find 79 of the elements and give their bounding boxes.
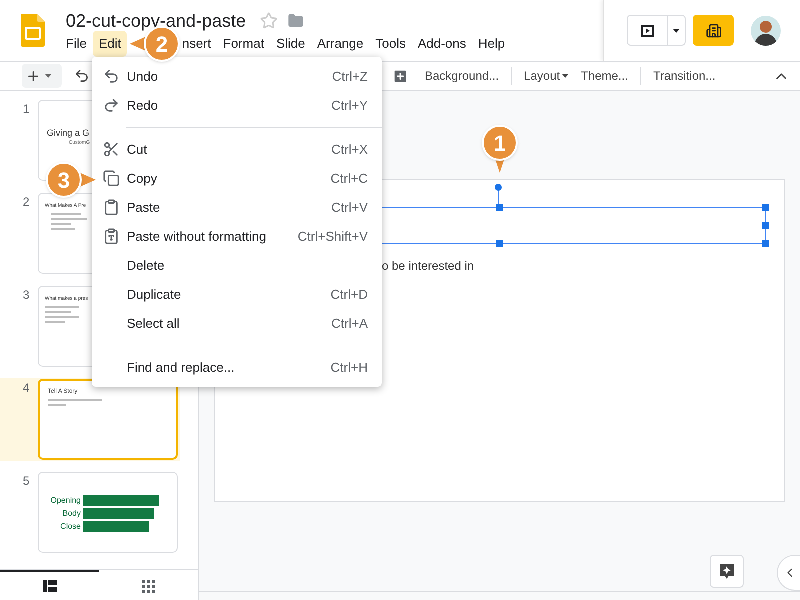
explore-button[interactable]: [710, 555, 744, 588]
menu-item[interactable]: Paste: [127, 198, 160, 218]
diagram-label: Close: [60, 522, 81, 530]
toolbar-button[interactable]: Layout: [518, 67, 576, 85]
menu-item[interactable]: Undo: [127, 66, 158, 86]
sparkle-icon: [719, 562, 735, 580]
play-icon: [641, 24, 654, 36]
slide-number: 3: [22, 287, 31, 304]
slide-number: 4: [22, 380, 31, 397]
side-panel-toggle[interactable]: [777, 555, 800, 591]
menu-bar-item[interactable]: Add-ons: [412, 31, 472, 57]
folder-icon[interactable]: [288, 13, 304, 29]
shortcut-text: Ctrl+D: [330, 286, 368, 304]
shortcut-text: Ctrl+A: [332, 314, 368, 333]
menu-item[interactable]: Cut: [127, 140, 148, 160]
toolbar-button[interactable]: Transition...: [647, 67, 722, 85]
resize-handle[interactable]: [762, 222, 769, 229]
caret-icon: [562, 74, 570, 78]
copy-icon: [103, 170, 120, 187]
slide-number: 5: [22, 473, 31, 490]
shortcut-text: Ctrl+Z: [332, 68, 368, 86]
slide-number: 2: [22, 194, 31, 211]
comment-add-icon[interactable]: [392, 68, 409, 84]
new-slide-button[interactable]: [22, 64, 62, 88]
toolbar-button[interactable]: Theme...: [575, 67, 634, 85]
menu-item[interactable]: Find and replace...: [127, 358, 235, 378]
menu-bar-item[interactable]: Slide: [270, 31, 312, 57]
slide-thumbnail[interactable]: Opening Body Close: [38, 472, 178, 553]
menu-bar-item[interactable]: Tools: [370, 31, 412, 57]
menu-item[interactable]: Paste without formatting: [127, 226, 266, 246]
toolbar-button[interactable]: Background...: [419, 67, 506, 85]
menu-bar-item[interactable]: Arrange: [311, 31, 370, 57]
text-lines-drawing: [51, 213, 87, 230]
menu-item[interactable]: Copy: [127, 168, 158, 188]
building-icon: [706, 22, 722, 38]
filmstrip-icon: [42, 580, 56, 592]
redo-icon: [103, 97, 120, 114]
resize-handle[interactable]: [496, 204, 503, 211]
slide-body-text[interactable]: o be interested in: [382, 257, 474, 275]
text-lines-drawing: [48, 399, 102, 406]
present-button[interactable]: [627, 15, 686, 46]
caret-icon: [45, 74, 52, 78]
menu-bar-item[interactable]: File: [60, 31, 93, 57]
clipboard-icon: [103, 199, 120, 216]
thumbnail-title: Giving a G: [47, 129, 90, 138]
shortcut-text: Ctrl+V: [332, 198, 368, 217]
shortcut-text: Ctrl+Shift+V: [298, 228, 368, 246]
grid-icon: [142, 580, 155, 592]
resize-handle[interactable]: [762, 240, 769, 247]
menu-bar-item[interactable]: Format: [217, 31, 270, 57]
caret-icon: [673, 28, 680, 32]
plus-icon: [26, 68, 41, 84]
slide-number: 1: [22, 101, 31, 118]
shortcut-text: Ctrl+C: [330, 170, 368, 188]
undo-icon[interactable]: [74, 68, 90, 84]
resize-handle[interactable]: [762, 204, 769, 211]
diagram-bar: [83, 521, 149, 532]
undo-icon: [103, 68, 120, 85]
shortcut-text: Ctrl+H: [330, 358, 368, 377]
scissors-icon: [103, 141, 120, 158]
menu-bar-item[interactable]: Edit: [92, 31, 128, 57]
star-icon[interactable]: [260, 12, 278, 30]
menu-item[interactable]: Delete: [127, 256, 165, 276]
avatar[interactable]: [751, 16, 781, 46]
menu-bar-item[interactable]: nsert: [182, 31, 218, 57]
menu-item[interactable]: Duplicate: [127, 284, 182, 304]
diagram-label: Body: [62, 510, 81, 518]
resize-handle[interactable]: [496, 240, 503, 247]
shortcut-text: Ctrl+X: [332, 140, 368, 159]
menu-bar-item[interactable]: Help: [472, 31, 512, 57]
share-button[interactable]: [693, 15, 734, 46]
rotate-handle[interactable]: [495, 184, 502, 191]
menu-item[interactable]: Redo: [127, 96, 158, 116]
text-lines-drawing: [45, 306, 79, 323]
diagram-label: Opening: [50, 496, 81, 504]
menu-item[interactable]: Select all: [127, 314, 180, 334]
clipboard-text-icon: [103, 228, 120, 245]
shortcut-text: Ctrl+Y: [332, 96, 368, 115]
diagram-bar: [83, 508, 154, 519]
